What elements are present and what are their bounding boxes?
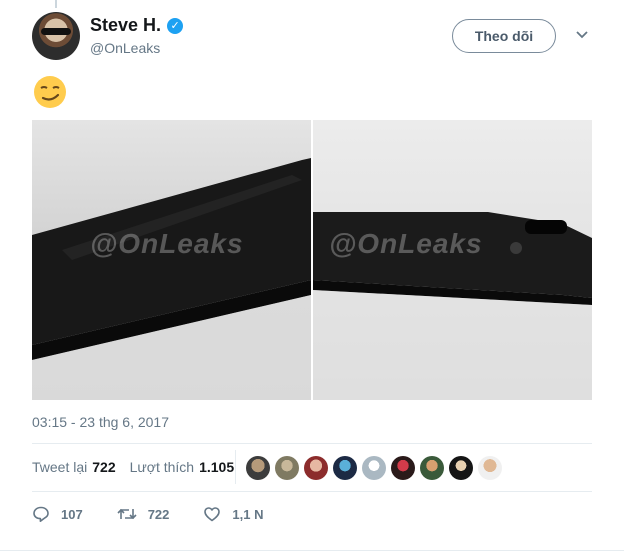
stats-separator <box>235 450 236 484</box>
retweets-label: Tweet lại <box>32 459 88 475</box>
liker-avatar[interactable] <box>362 456 386 480</box>
tweet-photo-2[interactable]: @OnLeaks <box>313 120 592 400</box>
photo-watermark: @OnLeaks <box>90 228 244 259</box>
divider <box>32 491 592 492</box>
likes-count: 1.105 <box>199 459 235 475</box>
avatar[interactable] <box>32 12 80 60</box>
liker-avatar[interactable] <box>478 456 502 480</box>
like-count: 1,1 N <box>232 506 264 522</box>
retweets-count: 722 <box>92 459 116 475</box>
tweet-stats: Tweet lại 722 Lượt thích 1.105 <box>32 459 234 475</box>
follow-button[interactable]: Theo dõi <box>452 19 556 53</box>
tweet-photo-1[interactable]: @OnLeaks <box>32 120 311 400</box>
retweet-icon <box>117 508 137 520</box>
photo-watermark: @OnLeaks <box>329 228 483 259</box>
retweet-button[interactable]: 722 <box>117 505 170 523</box>
user-handle[interactable]: @OnLeaks <box>90 40 160 56</box>
thread-connector-line <box>55 0 57 8</box>
liker-avatar[interactable] <box>420 456 444 480</box>
smirking-face-emoji <box>34 76 66 108</box>
retweet-count: 722 <box>147 506 170 522</box>
liker-avatar[interactable] <box>391 456 415 480</box>
like-button[interactable]: 1,1 N <box>203 505 263 523</box>
liker-avatar[interactable] <box>333 456 357 480</box>
liker-avatar[interactable] <box>449 456 473 480</box>
liker-avatar[interactable] <box>304 456 328 480</box>
author-name-row[interactable]: Steve H. ✓ <box>90 15 184 36</box>
reply-count: 107 <box>61 506 83 522</box>
tweet-timestamp[interactable]: 03:15 - 23 thg 6, 2017 <box>32 414 169 430</box>
verified-badge-icon: ✓ <box>167 17 184 34</box>
tweet-actions: 107 722 1,1 N <box>32 505 297 523</box>
heart-icon <box>204 507 221 522</box>
likes-stat[interactable]: Lượt thích 1.105 <box>130 459 235 475</box>
chevron-down-icon[interactable] <box>574 28 590 42</box>
reply-button[interactable]: 107 <box>32 505 83 523</box>
phone-photo-right <box>313 212 592 400</box>
tweet-bottom-border <box>0 550 624 551</box>
divider <box>32 443 592 444</box>
liker-avatars <box>246 456 502 480</box>
tweet-photo-grid: @OnLeaks @OnLeaks <box>32 120 592 400</box>
retweets-stat[interactable]: Tweet lại 722 <box>32 459 116 475</box>
likes-label: Lượt thích <box>129 459 195 475</box>
liker-avatar[interactable] <box>275 456 299 480</box>
display-name[interactable]: Steve H. <box>90 15 161 36</box>
phone-photo-left <box>32 158 311 400</box>
reply-icon <box>33 506 49 522</box>
liker-avatar[interactable] <box>246 456 270 480</box>
